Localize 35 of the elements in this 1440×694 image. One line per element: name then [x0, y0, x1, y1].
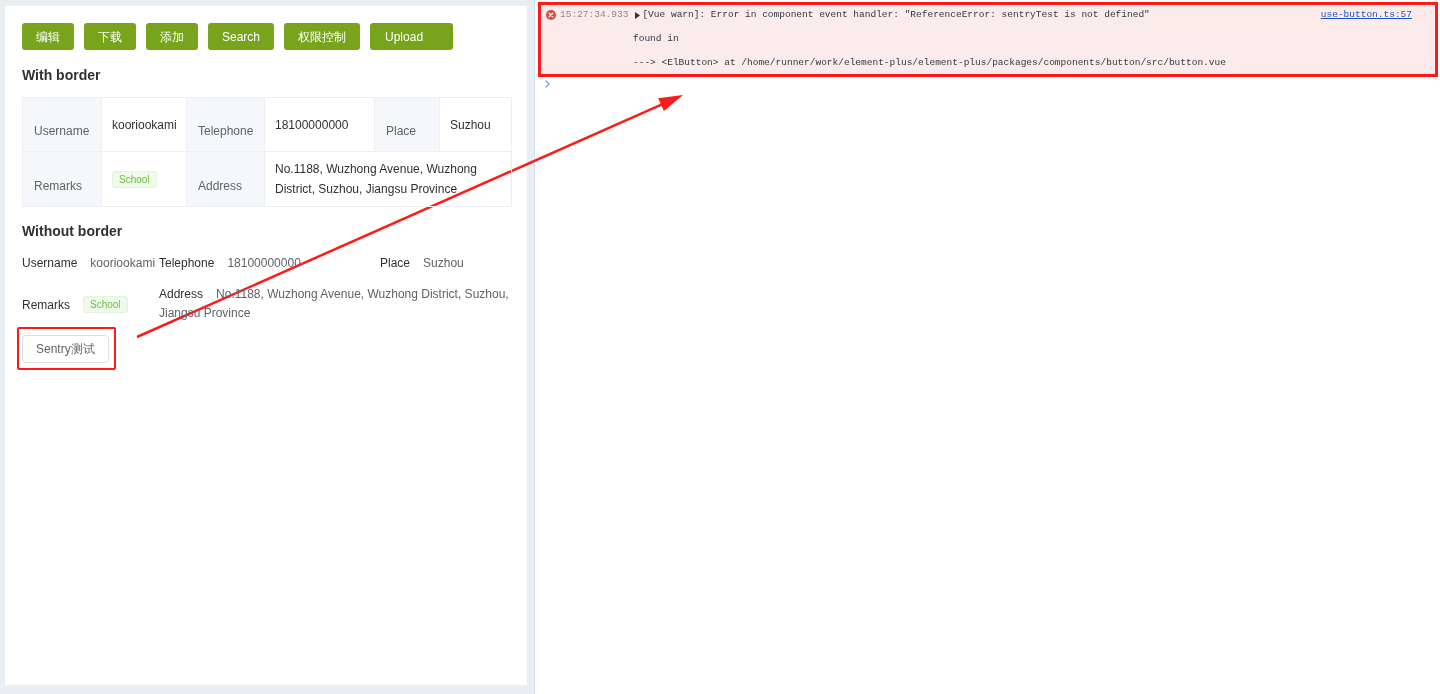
section-heading: With border [22, 66, 101, 84]
label-cell: Place [374, 97, 440, 152]
field-label: Username [22, 256, 78, 270]
label-cell: Address [186, 151, 265, 207]
log-timestamp: 15:27:34.933 [560, 8, 629, 22]
value-cell: kooriookami [101, 97, 187, 152]
log-message: [Vue warn]: Error in component event handler: "ReferenceError: sentryTest is not defined" [642, 8, 1150, 22]
error-icon [546, 10, 556, 20]
sentry-test-button[interactable]: Sentry测试 [22, 334, 109, 363]
field-label: Telephone [159, 256, 215, 270]
value-cell: 18100000000 [264, 97, 375, 152]
toolbar-button[interactable]: 添加 [146, 23, 198, 50]
section-heading: Without border [22, 222, 123, 240]
value-cell: No.1188, Wuzhong Avenue, Wuzhong District, Suzhou, Jiangsu Province [264, 151, 512, 207]
field-label: Remarks [22, 296, 70, 314]
field-label: Place [380, 256, 411, 270]
field-value: 18100000000 [227, 256, 301, 270]
source-link[interactable]: use-button.ts:57 [1320, 3, 1412, 27]
label-tag: School [112, 171, 157, 188]
toolbar-button[interactable]: Search [208, 23, 275, 50]
label-cell: Telephone [186, 97, 265, 152]
value-cell: Suzhou [439, 97, 512, 152]
log-detail: found in [633, 32, 679, 46]
label-tag: School [83, 296, 128, 313]
toolbar-button[interactable]: 下载 [84, 23, 136, 50]
toolbar-button[interactable]: Upload [370, 23, 454, 50]
toolbar-button[interactable]: 权限控制 [284, 23, 361, 50]
toolbar-button[interactable]: 编辑 [22, 23, 74, 50]
field-value: Suzhou [423, 256, 464, 270]
log-detail: ---> <ElButton> at /home/runner/work/element-plus/element-plus/packages/components/button/src/button.vue [633, 56, 1226, 70]
label-cell: Username [22, 97, 102, 152]
field-value: kooriookami [90, 256, 156, 270]
expand-triangle-icon[interactable] [635, 11, 641, 19]
label-cell: Remarks [22, 151, 102, 207]
prompt-chevron-icon [545, 80, 550, 88]
